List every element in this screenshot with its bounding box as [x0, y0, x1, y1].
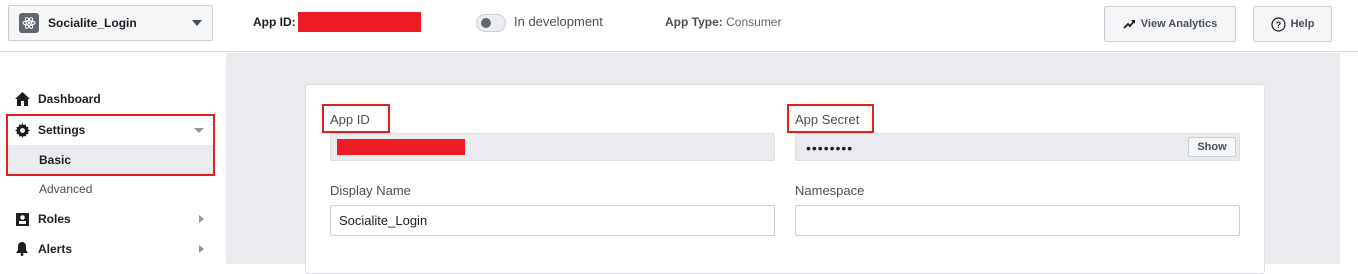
sidebar: Dashboard Settings Basic Advanced Roles: [0, 53, 226, 264]
app-id-field[interactable]: [330, 133, 775, 161]
app-secret-field[interactable]: •••••••• Show: [795, 133, 1240, 161]
top-bar: Socialite_Login App ID: In development A…: [0, 0, 1358, 52]
svg-text:?: ?: [1275, 20, 1281, 30]
sidebar-item-label: Basic: [39, 153, 72, 167]
help-label: Help: [1290, 18, 1315, 30]
gear-icon: [14, 122, 30, 138]
chevron-right-icon: [199, 245, 204, 253]
sidebar-item-dashboard[interactable]: Dashboard: [0, 84, 226, 114]
scrollbar-gutter: [1340, 53, 1358, 264]
app-type-value: Consumer: [726, 15, 782, 29]
app-name: Socialite_Login: [48, 16, 137, 30]
display-name-input[interactable]: Socialite_Login: [330, 205, 775, 236]
chevron-down-icon: [194, 127, 204, 133]
sidebar-item-roles[interactable]: Roles: [0, 204, 226, 234]
app-selector-dropdown[interactable]: Socialite_Login: [8, 5, 213, 41]
chevron-down-icon: [192, 20, 202, 26]
app-type: App Type: Consumer: [665, 15, 781, 29]
sidebar-item-alerts[interactable]: Alerts: [0, 234, 226, 264]
sidebar-item-label: Settings: [38, 123, 86, 137]
app-id-redaction: [337, 139, 465, 155]
sidebar-item-label: Alerts: [38, 242, 73, 256]
bell-icon: [14, 241, 30, 257]
app-secret-masked: ••••••••: [806, 140, 854, 156]
question-icon: ?: [1270, 16, 1286, 32]
view-analytics-button[interactable]: View Analytics: [1104, 6, 1236, 42]
display-name-field-label: Display Name: [330, 183, 411, 198]
main-content: App ID App Secret •••••••• Show Display …: [226, 53, 1340, 274]
sidebar-item-advanced[interactable]: Advanced: [0, 174, 226, 204]
trending-up-icon: [1123, 20, 1135, 29]
namespace-field-label: Namespace: [795, 183, 865, 198]
sidebar-item-label: Dashboard: [38, 92, 101, 106]
show-secret-button[interactable]: Show: [1188, 137, 1236, 157]
app-icon: [19, 13, 39, 33]
app-secret-field-label: App Secret: [795, 112, 860, 127]
toggle-knob: [481, 18, 491, 28]
help-button[interactable]: ? Help: [1253, 6, 1332, 42]
view-analytics-label: View Analytics: [1140, 18, 1218, 30]
sidebar-item-label: Advanced: [39, 182, 93, 196]
app-id-redaction: [298, 12, 421, 32]
dev-mode-label: In development: [514, 14, 603, 29]
sidebar-item-label: Roles: [38, 212, 71, 226]
roles-icon: [14, 211, 30, 227]
app-type-label: App Type:: [665, 15, 723, 29]
chevron-right-icon: [199, 215, 204, 223]
sidebar-item-basic[interactable]: Basic: [7, 145, 214, 175]
dev-mode-toggle[interactable]: [476, 14, 506, 32]
basic-settings-card: App ID App Secret •••••••• Show Display …: [305, 84, 1265, 274]
app-id-field-label: App ID: [330, 112, 370, 127]
namespace-input[interactable]: [795, 205, 1240, 236]
sidebar-item-settings[interactable]: Settings: [7, 115, 214, 145]
app-id-label: App ID:: [253, 15, 296, 29]
house-icon: [14, 91, 30, 107]
